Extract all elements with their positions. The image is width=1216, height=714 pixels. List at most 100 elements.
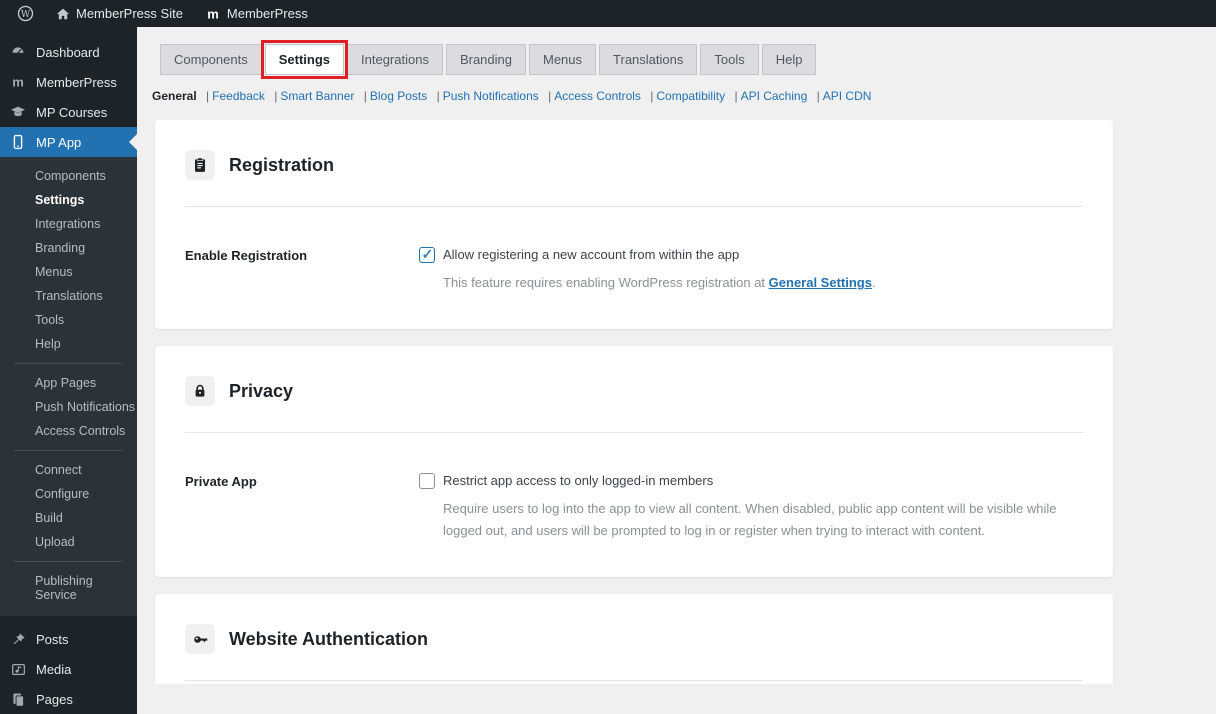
sidebar-subitem-components[interactable]: Components bbox=[0, 164, 137, 188]
sidebar-subitem-app-pages[interactable]: App Pages bbox=[0, 371, 137, 395]
submenu-separator bbox=[14, 450, 123, 451]
mp-app-submenu: Components Settings Integrations Brandin… bbox=[0, 157, 137, 616]
subnav-separator: | bbox=[650, 89, 653, 103]
clipboard-icon bbox=[185, 150, 215, 180]
admin-bar-memberpress-link[interactable]: m MemberPress bbox=[196, 0, 317, 27]
admin-sidebar: Dashboard m MemberPress MP Courses bbox=[0, 27, 137, 684]
sidebar-item-mp-app[interactable]: MP App bbox=[0, 127, 137, 157]
subnav-access-controls[interactable]: Access Controls bbox=[554, 89, 641, 103]
description-text: This feature requires enabling WordPress… bbox=[443, 275, 769, 290]
home-icon bbox=[56, 7, 70, 21]
registration-section: Registration Enable Registration Allow r… bbox=[155, 120, 1113, 329]
private-app-checkbox[interactable] bbox=[419, 473, 435, 489]
subnav-separator: | bbox=[548, 89, 551, 103]
sidebar-subitem-integrations[interactable]: Integrations bbox=[0, 212, 137, 236]
subnav-separator: | bbox=[437, 89, 440, 103]
graduation-cap-icon bbox=[9, 104, 27, 120]
enable-registration-row: Enable Registration Allow registering a … bbox=[185, 207, 1083, 329]
settings-subnav: General |Feedback |Smart Banner |Blog Po… bbox=[152, 89, 1216, 103]
tab-integrations[interactable]: Integrations bbox=[347, 44, 443, 75]
subnav-api-cdn[interactable]: API CDN bbox=[823, 89, 872, 103]
sidebar-item-label: MP App bbox=[36, 135, 81, 150]
svg-text:m: m bbox=[12, 75, 24, 90]
sidebar-item-label: Dashboard bbox=[36, 45, 100, 60]
sidebar-item-mp-courses[interactable]: MP Courses bbox=[0, 97, 137, 127]
sidebar-item-pages[interactable]: Pages bbox=[0, 684, 137, 714]
sidebar-subitem-access-controls[interactable]: Access Controls bbox=[0, 419, 137, 443]
dashboard-icon bbox=[9, 44, 27, 60]
sidebar-item-memberpress[interactable]: m MemberPress bbox=[0, 67, 137, 97]
setting-description: Require users to log into the app to vie… bbox=[443, 498, 1083, 541]
subnav-separator: | bbox=[364, 89, 367, 103]
sidebar-subitem-help[interactable]: Help bbox=[0, 332, 137, 356]
sidebar-item-label: MP Courses bbox=[36, 105, 107, 120]
sidebar-item-media[interactable]: Media bbox=[0, 654, 137, 684]
general-settings-link[interactable]: General Settings bbox=[769, 275, 872, 290]
sidebar-subitem-tools[interactable]: Tools bbox=[0, 308, 137, 332]
sidebar-subitem-translations[interactable]: Translations bbox=[0, 284, 137, 308]
memberpress-m-icon: m bbox=[9, 74, 27, 90]
svg-text:W: W bbox=[21, 10, 31, 20]
sidebar-subitem-configure[interactable]: Configure bbox=[0, 482, 137, 506]
sidebar-subitem-connect[interactable]: Connect bbox=[0, 458, 137, 482]
subnav-separator: | bbox=[274, 89, 277, 103]
sidebar-item-dashboard[interactable]: Dashboard bbox=[0, 37, 137, 67]
tab-settings[interactable]: Settings bbox=[265, 44, 344, 75]
settings-tab-bar: Components Settings Integrations Brandin… bbox=[160, 44, 1216, 75]
lock-icon bbox=[185, 376, 215, 406]
subnav-blog-posts[interactable]: Blog Posts bbox=[370, 89, 427, 103]
subnav-general[interactable]: General bbox=[152, 89, 197, 103]
subnav-separator: | bbox=[734, 89, 737, 103]
tab-tools[interactable]: Tools bbox=[700, 44, 758, 75]
setting-description: This feature requires enabling WordPress… bbox=[443, 272, 1083, 293]
sidebar-subitem-build[interactable]: Build bbox=[0, 506, 137, 530]
sidebar-subitem-settings[interactable]: Settings bbox=[0, 188, 137, 212]
tab-translations[interactable]: Translations bbox=[599, 44, 697, 75]
sidebar-subitem-menus[interactable]: Menus bbox=[0, 260, 137, 284]
sidebar-subitem-push-notifications[interactable]: Push Notifications bbox=[0, 395, 137, 419]
section-title: Registration bbox=[229, 155, 334, 176]
enable-registration-checkbox[interactable] bbox=[419, 247, 435, 263]
submenu-separator bbox=[14, 363, 123, 364]
svg-text:m: m bbox=[207, 6, 219, 21]
section-title: Website Authentication bbox=[229, 629, 428, 650]
subnav-smart-banner[interactable]: Smart Banner bbox=[280, 89, 354, 103]
subnav-feedback[interactable]: Feedback bbox=[212, 89, 265, 103]
tab-components[interactable]: Components bbox=[160, 44, 262, 75]
tab-help[interactable]: Help bbox=[762, 44, 817, 75]
memberpress-logo-icon: m bbox=[205, 6, 221, 22]
pages-icon bbox=[9, 692, 27, 707]
pushpin-icon bbox=[9, 632, 27, 647]
checkbox-label[interactable]: Allow registering a new account from wit… bbox=[443, 247, 739, 262]
key-icon bbox=[185, 624, 215, 654]
admin-bar-site-link[interactable]: MemberPress Site bbox=[47, 0, 192, 27]
submenu-separator bbox=[14, 561, 123, 562]
admin-bar: W MemberPress Site m MemberPress bbox=[0, 0, 1216, 27]
subnav-api-caching[interactable]: API Caching bbox=[741, 89, 808, 103]
wordpress-logo-icon: W bbox=[17, 5, 34, 22]
subnav-separator: | bbox=[206, 89, 209, 103]
website-authentication-section: Website Authentication Require password … bbox=[155, 594, 1113, 684]
sidebar-item-posts[interactable]: Posts bbox=[0, 624, 137, 654]
privacy-section: Privacy Private App Restrict app access … bbox=[155, 346, 1113, 577]
subnav-compatibility[interactable]: Compatibility bbox=[656, 89, 725, 103]
setting-label: Private App bbox=[185, 473, 419, 541]
checkbox-label[interactable]: Restrict app access to only logged-in me… bbox=[443, 473, 713, 488]
smartphone-icon bbox=[9, 134, 27, 150]
admin-bar-site-name: MemberPress Site bbox=[76, 6, 183, 21]
subnav-separator: | bbox=[817, 89, 820, 103]
sidebar-subitem-upload[interactable]: Upload bbox=[0, 530, 137, 554]
tab-branding[interactable]: Branding bbox=[446, 44, 526, 75]
tab-menus[interactable]: Menus bbox=[529, 44, 596, 75]
setting-label: Enable Registration bbox=[185, 247, 419, 293]
sidebar-item-label: Media bbox=[36, 662, 71, 677]
sidebar-item-label: MemberPress bbox=[36, 75, 117, 90]
sidebar-subitem-branding[interactable]: Branding bbox=[0, 236, 137, 260]
subnav-push-notifications[interactable]: Push Notifications bbox=[443, 89, 539, 103]
sidebar-item-label: Posts bbox=[36, 632, 69, 647]
private-app-row: Private App Restrict app access to only … bbox=[185, 433, 1083, 577]
wordpress-logo-button[interactable]: W bbox=[8, 0, 43, 27]
sidebar-subitem-publishing-service[interactable]: Publishing Service bbox=[0, 569, 137, 607]
description-text: . bbox=[872, 275, 876, 290]
media-icon bbox=[9, 662, 27, 677]
